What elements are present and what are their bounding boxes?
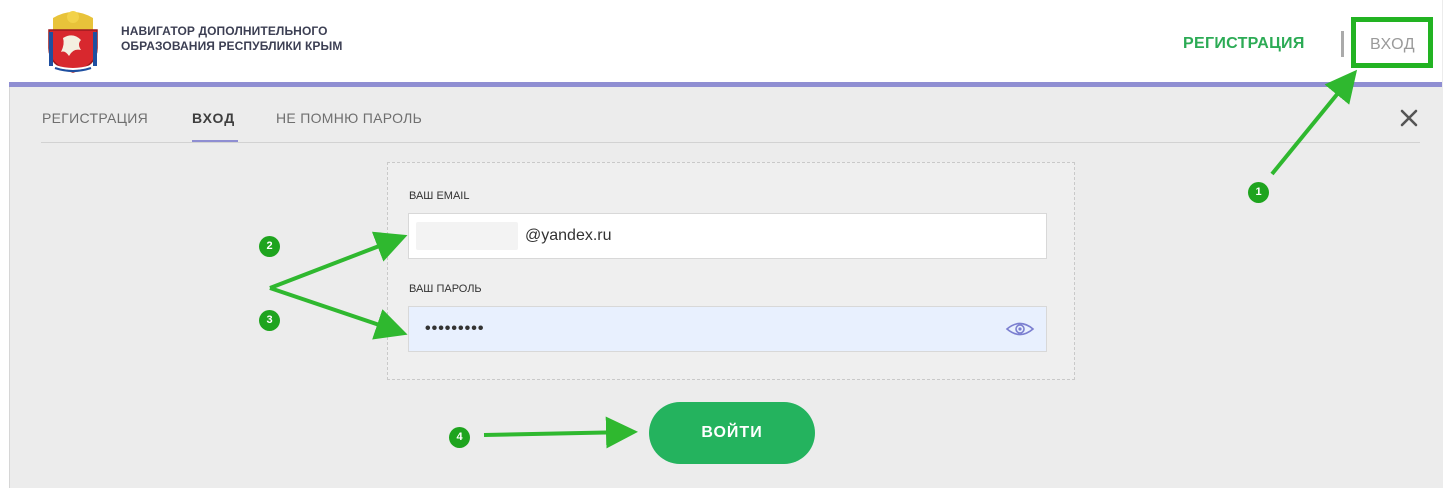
header-nav-separator xyxy=(1341,31,1344,57)
step-badge-1: 1 xyxy=(1248,182,1269,203)
site-title: НАВИГАТОР ДОПОЛНИТЕЛЬНОГО ОБРАЗОВАНИЯ РЕ… xyxy=(121,24,342,54)
email-label: ВАШ EMAIL xyxy=(409,190,470,202)
step-badge-2: 2 xyxy=(259,236,280,257)
tab-login[interactable]: ВХОД xyxy=(192,110,235,126)
header-divider xyxy=(9,82,1442,87)
eye-icon[interactable] xyxy=(1005,320,1035,338)
email-redacted-part xyxy=(416,222,518,250)
step-badge-3: 3 xyxy=(259,310,280,331)
login-submit-button[interactable]: ВОЙТИ xyxy=(649,402,815,464)
password-field[interactable]: ••••••••• xyxy=(408,306,1047,352)
tabs-divider xyxy=(41,142,1420,143)
site-title-line-1: НАВИГАТОР ДОПОЛНИТЕЛЬНОГО xyxy=(121,24,328,38)
header-register-link[interactable]: РЕГИСТРАЦИЯ xyxy=(1183,35,1305,53)
site-title-line-2: ОБРАЗОВАНИЯ РЕСПУБЛИКИ КРЫМ xyxy=(121,39,343,53)
step-badge-4: 4 xyxy=(449,427,470,448)
close-icon[interactable] xyxy=(1397,106,1421,130)
coat-of-arms-logo[interactable] xyxy=(45,8,101,74)
header-login-link[interactable]: ВХОД xyxy=(1370,36,1415,54)
tab-forgot-password[interactable]: НЕ ПОМНЮ ПАРОЛЬ xyxy=(276,110,422,126)
password-label: ВАШ ПАРОЛЬ xyxy=(409,283,482,295)
tab-registration[interactable]: РЕГИСТРАЦИЯ xyxy=(42,110,148,126)
